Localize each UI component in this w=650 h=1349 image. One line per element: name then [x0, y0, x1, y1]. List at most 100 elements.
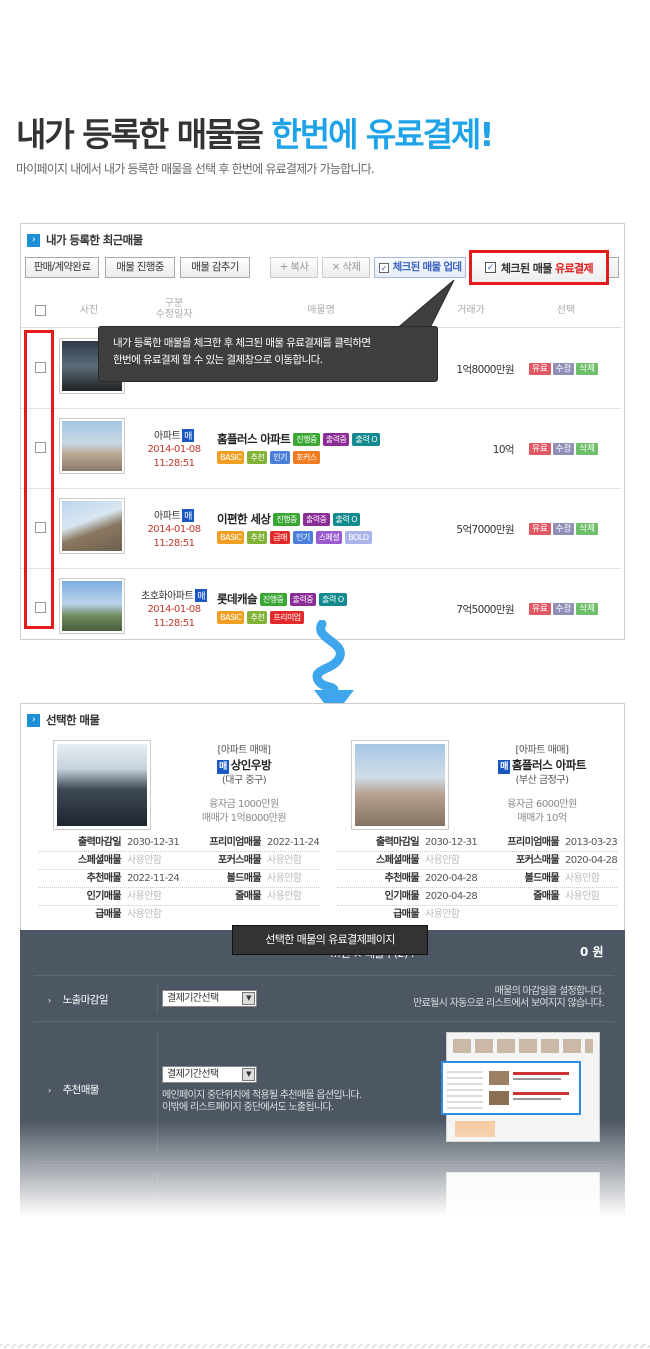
- hero-title-highlight: 한번에 유료결제!: [271, 115, 494, 154]
- listing-name[interactable]: 롯데캐슬 진행중 출력중 출력 O: [217, 591, 347, 607]
- option-value: 사용안함: [267, 891, 302, 902]
- instruction-tooltip: 내가 등록한 매물을 체크한 후 체크된 매물 유료결제를 클릭하면 한번에 유…: [98, 326, 438, 382]
- in-progress-button[interactable]: 매물 진행중: [105, 257, 175, 278]
- expire-date-label-text: 노출마감일: [62, 994, 109, 1006]
- expire-date-row: › 노출마감일 결제기간선택 ▼ 매물의 마감일을 설정합니다. 만료될시 자동으로 …: [34, 975, 614, 1021]
- listing-table-header: 사진 구분 수정일자 매물명 거래가 선택: [21, 294, 621, 328]
- row-actions: 유료 수정 삭제: [529, 363, 598, 375]
- header-select: 선택: [556, 305, 576, 316]
- edit-button[interactable]: 수정: [552, 523, 575, 535]
- edit-button[interactable]: 수정: [552, 443, 575, 455]
- chevron-right-icon: ›: [27, 233, 40, 247]
- paid-button[interactable]: 유료: [529, 363, 551, 375]
- selected-card: [아파트 매매] 매 상인우방 (대구 중구) 융자금 1000만원 매매가 1억…: [39, 740, 320, 940]
- pay-checked-button[interactable]: ✓ 체크된 매물 유료결제: [469, 250, 609, 285]
- header-photo: 사진: [79, 305, 99, 316]
- update-checked-label: 체크된 매물 업데: [392, 261, 462, 273]
- option-value: 사용안함: [267, 873, 302, 884]
- option-value: 2030-12-31: [127, 837, 180, 848]
- delete-row-button[interactable]: 삭제: [576, 363, 598, 375]
- recommend-preview-image: [441, 1032, 600, 1142]
- option-value: 2020-04-28: [425, 891, 478, 902]
- sale-badge: 매: [182, 509, 194, 522]
- listing-photo[interactable]: [59, 418, 125, 474]
- listing-name[interactable]: 이편한 세상 진행중 출력중 출력 O: [217, 511, 361, 527]
- row-actions: 유료 수정 삭제: [529, 443, 598, 455]
- delete-row-button[interactable]: 삭제: [576, 443, 598, 455]
- hide-button[interactable]: 매물 감추기: [180, 257, 250, 278]
- paid-button[interactable]: 유료: [529, 523, 551, 535]
- delete-row-button[interactable]: 삭제: [576, 523, 598, 535]
- listing-kind: 아파트 매 2014-01-08 11:28:51: [131, 507, 217, 550]
- listing-kind-label: 초호화아파트: [141, 591, 194, 602]
- option-label: 추천매물: [384, 873, 420, 884]
- option-row: 추천매물 2020-04-28 볼드매물 사용안함: [337, 870, 617, 888]
- listing-name-text: 이편한 세상: [217, 512, 271, 526]
- option-row: 인기매물 2020-04-28 줄매물 사용안함: [337, 888, 617, 906]
- option-label: 출력마감일: [77, 837, 122, 848]
- total-amount: 0 원: [580, 945, 604, 959]
- tag-output: 출력중: [289, 592, 317, 606]
- select-all-checkbox[interactable]: [35, 305, 46, 316]
- option-label: 프리미엄매물: [507, 837, 559, 848]
- listing-photo[interactable]: [59, 578, 125, 634]
- my-listings-title: 내가 등록한 최근매물: [46, 233, 143, 247]
- selected-region: (대구 중구): [221, 775, 267, 786]
- selected-options-grid: 출력마감일 2030-12-31 프리미엄매물 2013-03-23 스페셜매물 사용안…: [337, 834, 618, 924]
- edit-button[interactable]: 수정: [552, 603, 575, 615]
- option-label: 급매물: [95, 909, 121, 920]
- divider: [157, 984, 158, 1013]
- option-value: 사용안함: [267, 855, 302, 866]
- listing-name[interactable]: 홈플러스 아파트 진행중 출력중 출력 O: [217, 431, 381, 447]
- delete-button[interactable]: × 삭제: [322, 257, 370, 278]
- recommend-label: › 추천매물: [48, 1082, 99, 1097]
- copy-button[interactable]: + 복사: [270, 257, 318, 278]
- sale-badge: 매: [195, 589, 207, 602]
- selected-listings-title: 선택한 매물: [46, 713, 100, 727]
- listing-price: 7억5000만원: [456, 604, 514, 616]
- listing-time: 11:28:51: [153, 538, 195, 549]
- option-label: 스페셜매물: [77, 855, 122, 866]
- expire-date-desc-2: 만료될시 자동으로 리스트에서 보여지지 않습니다.: [413, 998, 605, 1009]
- option-row: 인기매물 사용안함 줄매물 사용안함: [39, 888, 319, 906]
- selected-card: [아파트 매매] 매 홈플러스 아파트 (부산 금정구) 융자금 6000만원 매…: [337, 740, 618, 940]
- hero-title: 내가 등록한 매물을 한번에 유료결제!: [16, 108, 494, 156]
- option-preview-image: [446, 1172, 600, 1230]
- delete-row-button[interactable]: 삭제: [576, 603, 598, 615]
- checkbox-checked-icon: ✓: [484, 262, 496, 273]
- listing-date: 2014-01-08: [147, 444, 201, 455]
- selected-name: 매 홈플러스 아파트: [467, 758, 617, 774]
- update-checked-button[interactable]: ✓ 체크된 매물 업데: [374, 257, 466, 278]
- tag-output-o: 출력 O: [319, 592, 347, 606]
- option-row: 급매물 사용안함: [337, 906, 617, 924]
- header-name: 매물명: [307, 305, 335, 316]
- listing-date: 2014-01-08: [147, 524, 201, 535]
- selected-name-text: 상인우방: [230, 758, 272, 772]
- listing-kind: 아파트 매 2014-01-08 11:28:51: [131, 427, 217, 470]
- selected-info: [아파트 매매] 매 홈플러스 아파트 (부산 금정구) 융자금 6000만원 매…: [467, 744, 617, 826]
- option-row: 추천매물 2022-11-24 볼드매물 사용안함: [39, 870, 319, 888]
- option-label: 볼드매물: [226, 873, 262, 884]
- tag-basic: BASIC: [217, 451, 245, 464]
- paid-button[interactable]: 유료: [529, 603, 551, 615]
- hero-subtitle: 마이페이지 내에서 내가 등록한 매물을 선택 후 한번에 유료결제가 가능합니…: [16, 162, 375, 176]
- chevron-right-icon: ›: [48, 1086, 51, 1095]
- expire-period-select[interactable]: 결제기간선택 ▼: [162, 990, 257, 1007]
- checkbox-checked-icon: ✓: [378, 263, 389, 273]
- option-value: 사용안함: [127, 909, 162, 920]
- recommend-row: › 추천매물 결제기간선택 ▼ 메인페이지 중단위치에 적용될 추천매물 옵션입니다…: [34, 1021, 614, 1161]
- selected-type: [아파트 매매]: [515, 745, 569, 756]
- chevron-right-icon: ›: [48, 996, 51, 1005]
- selected-loan: 융자금 6000만원: [507, 799, 577, 810]
- my-listings-header: › 내가 등록한 최근매물: [27, 232, 143, 248]
- sold-button[interactable]: 판매/계약완료: [25, 257, 99, 278]
- listing-photo[interactable]: [59, 498, 125, 554]
- paid-button[interactable]: 유료: [529, 443, 551, 455]
- dropdown-arrow-icon: ▼: [242, 992, 255, 1005]
- listing-price: 1억8000만원: [456, 364, 514, 376]
- tag-progress: 진행중: [259, 592, 287, 606]
- recommend-period-select[interactable]: 결제기간선택 ▼: [162, 1066, 257, 1083]
- edit-button[interactable]: 수정: [552, 363, 575, 375]
- selected-name: 매 상인우방: [169, 758, 319, 774]
- listing-kind-label: 아파트: [154, 511, 181, 522]
